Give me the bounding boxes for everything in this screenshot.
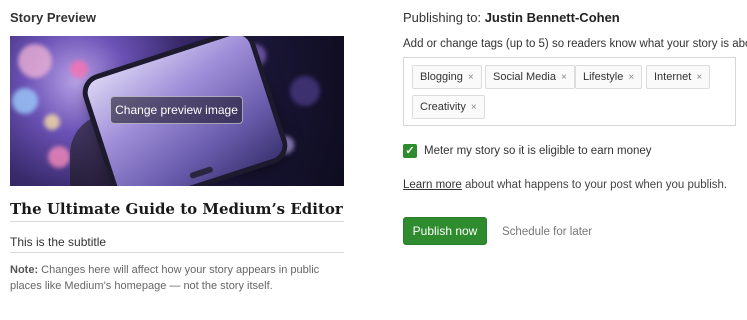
note-label: Note: — [10, 264, 39, 276]
author-name: Justin Bennett-Cohen — [484, 10, 620, 25]
tag-chip[interactable]: Internet × — [646, 65, 711, 89]
bokeh-light — [290, 76, 320, 106]
tag-label: Lifestyle — [583, 71, 624, 83]
story-title-field[interactable]: The Ultimate Guide to Medium’s Editor — [10, 200, 343, 218]
meter-checkbox[interactable]: ✓ — [403, 144, 417, 158]
learn-more-link[interactable]: Learn more — [403, 179, 462, 191]
tag-label: Internet — [654, 71, 692, 83]
bokeh-light — [44, 114, 60, 130]
bokeh-light — [18, 44, 52, 78]
change-preview-image-button[interactable]: Change preview image — [110, 96, 243, 124]
phone-home-button — [189, 166, 214, 180]
tag-chip[interactable]: Creativity × — [412, 95, 485, 119]
preview-note: Note: Changes here will affect how your … — [10, 262, 340, 294]
note-text: Changes here will affect how your story … — [10, 264, 320, 292]
learn-more-row: Learn more about what happens to your po… — [403, 179, 727, 191]
tag-label: Blogging — [420, 71, 463, 83]
story-subtitle-field[interactable]: This is the subtitle — [10, 235, 106, 249]
remove-tag-icon[interactable]: × — [471, 102, 477, 113]
tag-label: Creativity — [420, 101, 466, 113]
publishing-to-label: Publishing to: — [403, 10, 482, 25]
learn-more-text: about what happens to your post when you… — [461, 179, 728, 191]
tag-chip[interactable]: Blogging × — [412, 65, 482, 89]
tag-chip[interactable]: Lifestyle × — [575, 65, 643, 89]
preview-image: Change preview image — [10, 36, 344, 186]
schedule-for-later-link[interactable]: Schedule for later — [502, 226, 592, 238]
section-title: Story Preview — [10, 10, 96, 25]
publish-now-button[interactable]: Publish now — [403, 217, 487, 245]
bokeh-light — [48, 146, 70, 168]
meter-label[interactable]: Meter my story so it is eligible to earn… — [424, 145, 652, 157]
tags-input[interactable]: Blogging × Social Media × Lifestyle × Inter… — [403, 57, 736, 126]
bokeh-light — [12, 88, 38, 114]
tag-chip[interactable]: Social Media × — [485, 65, 575, 89]
divider — [10, 252, 344, 253]
divider — [10, 221, 344, 222]
bokeh-light — [70, 60, 88, 78]
remove-tag-icon[interactable]: × — [561, 72, 567, 83]
publishing-to: Publishing to: Justin Bennett-Cohen — [403, 10, 620, 25]
tags-hint: Add or change tags (up to 5) so readers … — [403, 38, 747, 50]
remove-tag-icon[interactable]: × — [696, 72, 702, 83]
remove-tag-icon[interactable]: × — [468, 72, 474, 83]
remove-tag-icon[interactable]: × — [628, 72, 634, 83]
tag-label: Social Media — [493, 71, 556, 83]
